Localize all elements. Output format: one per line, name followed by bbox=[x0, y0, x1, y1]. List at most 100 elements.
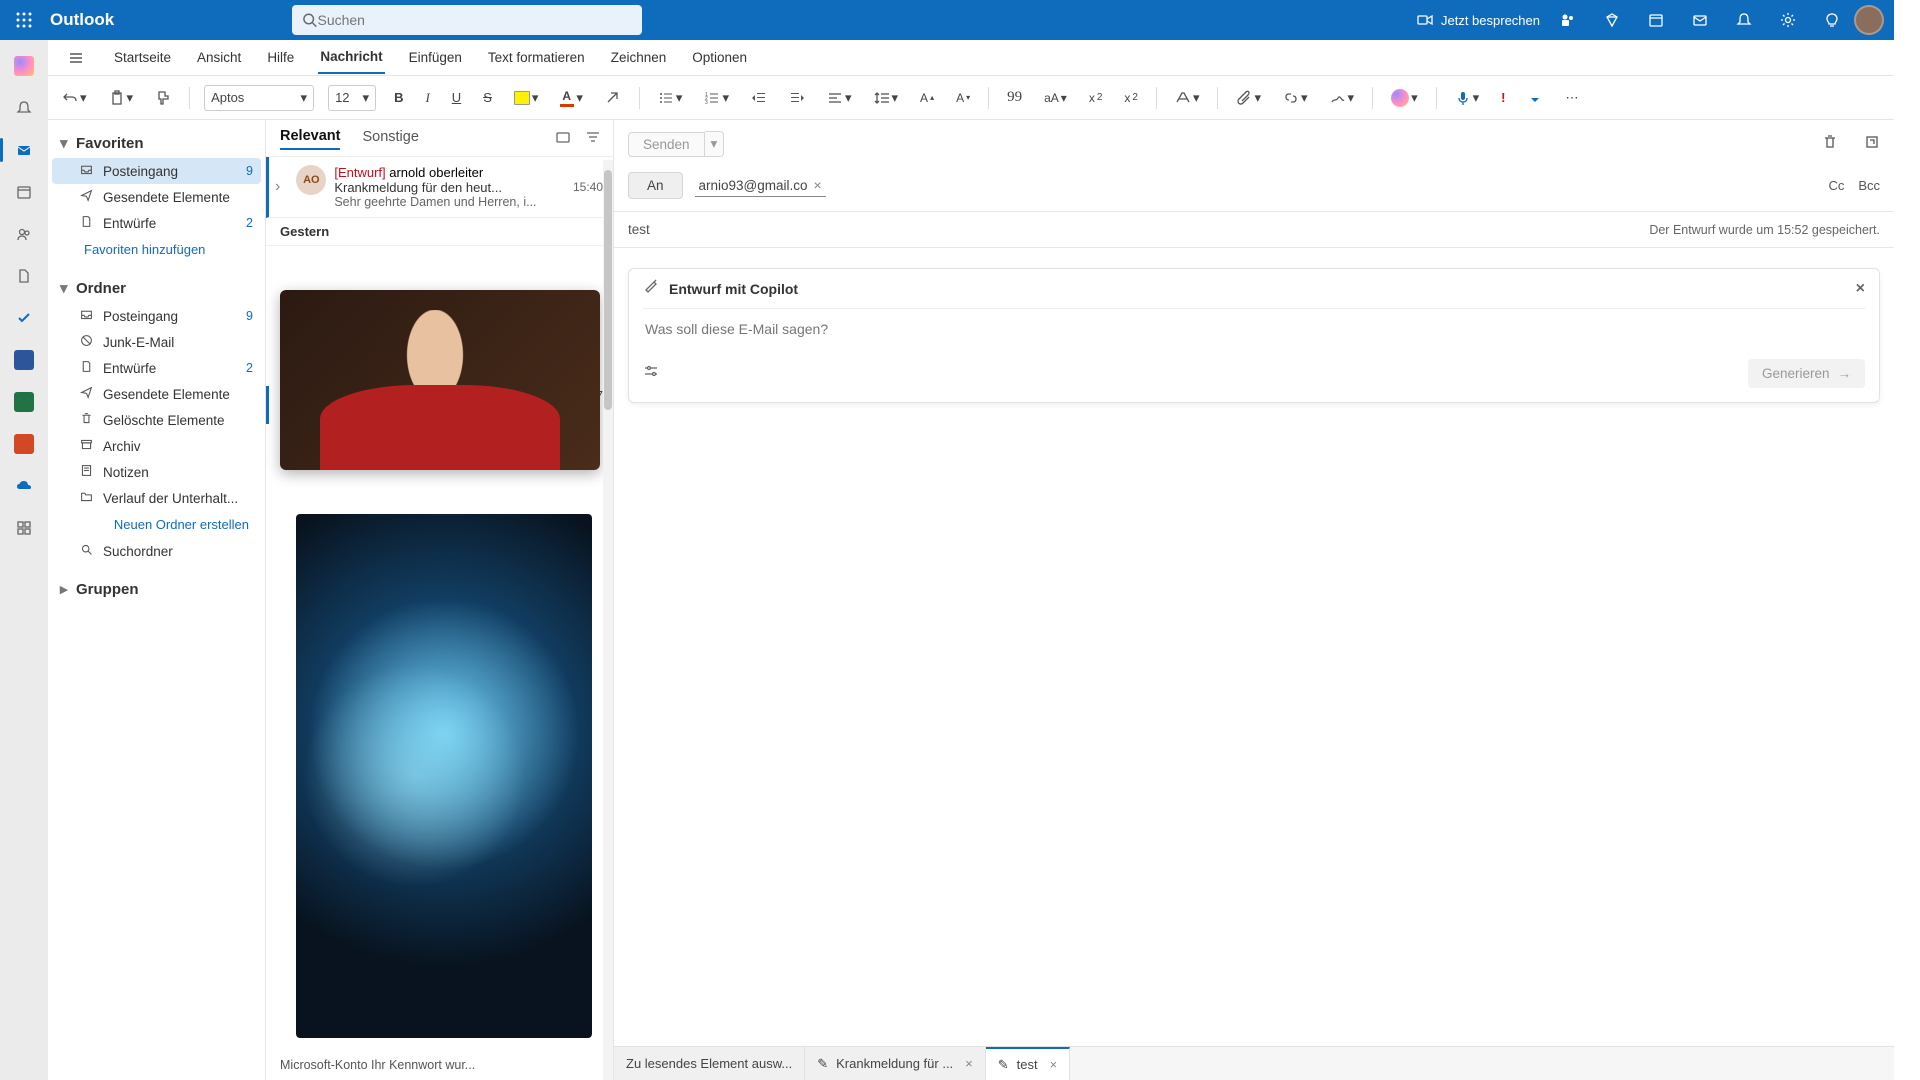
notifications-icon[interactable] bbox=[1722, 0, 1766, 40]
tab-ansicht[interactable]: Ansicht bbox=[195, 42, 243, 73]
folder-posteingang[interactable]: Posteingang9 bbox=[52, 303, 261, 329]
gruppen-header[interactable]: ▸Gruppen bbox=[52, 574, 261, 604]
folder-gesendete[interactable]: Gesendete Elemente bbox=[52, 381, 261, 407]
increase-font-button[interactable]: A▴ bbox=[916, 84, 938, 112]
reading-tab-placeholder[interactable]: Zu lesendes Element ausw... bbox=[614, 1047, 805, 1080]
rail-notify[interactable] bbox=[4, 90, 44, 126]
strikethrough-button[interactable]: S bbox=[479, 84, 496, 112]
tab-startseite[interactable]: Startseite bbox=[112, 42, 173, 73]
font-color-button[interactable]: ▾ bbox=[556, 84, 587, 112]
line-spacing-button[interactable]: ▾ bbox=[870, 84, 903, 112]
folder-entwuerfe[interactable]: Entwürfe2 bbox=[52, 355, 261, 381]
other-tab[interactable]: Sonstige bbox=[362, 129, 418, 149]
tab-hilfe[interactable]: Hilfe bbox=[265, 42, 296, 73]
close-tab-icon[interactable]: × bbox=[965, 1056, 973, 1071]
popout-icon[interactable] bbox=[1864, 134, 1880, 155]
focused-tab[interactable]: Relevant bbox=[280, 128, 340, 150]
rail-excel[interactable] bbox=[4, 384, 44, 420]
importance-low-button[interactable] bbox=[1523, 84, 1547, 112]
remove-recipient-icon[interactable]: × bbox=[814, 177, 822, 193]
dictate-button[interactable]: ▾ bbox=[1451, 84, 1484, 112]
bold-button[interactable]: B bbox=[390, 84, 407, 112]
tab-optionen[interactable]: Optionen bbox=[690, 42, 749, 73]
settings-icon[interactable] bbox=[1766, 0, 1810, 40]
close-tab-icon[interactable]: × bbox=[1050, 1057, 1058, 1072]
attach-button[interactable]: ▾ bbox=[1232, 84, 1265, 112]
bullet-list-button[interactable]: ▾ bbox=[654, 84, 687, 112]
tips-icon[interactable] bbox=[1810, 0, 1854, 40]
reading-tab-test[interactable]: ✎test× bbox=[986, 1047, 1070, 1080]
subject-value[interactable]: test bbox=[628, 222, 650, 237]
send-options-button[interactable]: ▾ bbox=[705, 131, 725, 157]
new-folder-link[interactable]: Neuen Ordner erstellen bbox=[52, 511, 261, 538]
calendar-day-icon[interactable] bbox=[1634, 0, 1678, 40]
copilot-prompt-input[interactable] bbox=[643, 309, 1865, 349]
rail-files[interactable] bbox=[4, 258, 44, 294]
account-avatar[interactable] bbox=[1854, 5, 1884, 35]
reading-tab-krankmeldung[interactable]: ✎Krankmeldung für ...× bbox=[805, 1047, 986, 1080]
hamburger-icon[interactable] bbox=[62, 50, 90, 66]
cc-button[interactable]: Cc bbox=[1828, 178, 1844, 193]
outdent-button[interactable] bbox=[747, 84, 771, 112]
select-toggle-icon[interactable] bbox=[555, 129, 571, 150]
generate-button[interactable]: Generieren→ bbox=[1748, 359, 1865, 388]
folder-verlauf[interactable]: Verlauf der Unterhalt... bbox=[52, 485, 261, 511]
tab-nachricht[interactable]: Nachricht bbox=[318, 41, 384, 74]
styles-button[interactable]: ▾ bbox=[1171, 84, 1204, 112]
folder-posteingang-fav[interactable]: Posteingang9 bbox=[52, 158, 261, 184]
close-copilot-icon[interactable]: × bbox=[1856, 280, 1865, 298]
folder-geloeschte[interactable]: Gelöschte Elemente bbox=[52, 407, 261, 433]
folder-archiv[interactable]: Archiv bbox=[52, 433, 261, 459]
signature-button[interactable]: ▾ bbox=[1326, 84, 1359, 112]
to-button[interactable]: An bbox=[628, 172, 683, 199]
meet-now-button[interactable]: Jetzt besprechen bbox=[1417, 12, 1540, 28]
font-selector[interactable]: Aptos▾ bbox=[204, 85, 314, 111]
decrease-font-button[interactable]: A▾ bbox=[952, 84, 974, 112]
rail-people[interactable] bbox=[4, 216, 44, 252]
paste-button[interactable]: ▾ bbox=[105, 84, 138, 112]
superscript-button[interactable]: x2 bbox=[1120, 84, 1142, 112]
number-list-button[interactable]: 123▾ bbox=[700, 84, 733, 112]
underline-button[interactable]: U bbox=[448, 84, 465, 112]
align-button[interactable]: ▾ bbox=[823, 84, 856, 112]
diamond-icon[interactable] bbox=[1590, 0, 1634, 40]
send-button[interactable]: Senden bbox=[628, 132, 705, 157]
change-case-button[interactable]: aA▾ bbox=[1040, 84, 1071, 112]
filter-icon[interactable] bbox=[585, 129, 601, 150]
subscript-button[interactable]: x2 bbox=[1085, 84, 1107, 112]
add-favorite-link[interactable]: Favoriten hinzufügen bbox=[52, 236, 261, 263]
ordner-header[interactable]: ▾Ordner bbox=[52, 273, 261, 303]
message-item[interactable]: › AO [Entwurf] arnold oberleiter Krankme… bbox=[266, 157, 613, 218]
rail-word[interactable] bbox=[4, 342, 44, 378]
search-box[interactable] bbox=[292, 5, 642, 35]
expand-thread-icon[interactable]: › bbox=[275, 178, 280, 196]
rail-todo[interactable] bbox=[4, 300, 44, 336]
folder-suchordner[interactable]: Suchordner bbox=[52, 538, 261, 564]
rail-onedrive[interactable] bbox=[4, 468, 44, 504]
copilot-button[interactable]: ▾ bbox=[1387, 84, 1422, 112]
undo-button[interactable]: ▾ bbox=[58, 84, 91, 112]
quote-button[interactable]: 99 bbox=[1003, 84, 1026, 112]
more-commands-button[interactable]: ⋯ bbox=[1561, 84, 1582, 112]
importance-high-button[interactable]: ! bbox=[1497, 84, 1509, 112]
tab-zeichnen[interactable]: Zeichnen bbox=[609, 42, 669, 73]
rail-copilot[interactable] bbox=[4, 48, 44, 84]
rail-mail[interactable] bbox=[4, 132, 44, 168]
format-painter-button[interactable] bbox=[151, 84, 175, 112]
rail-powerpoint[interactable] bbox=[4, 426, 44, 462]
highlight-button[interactable]: ▾ bbox=[510, 84, 543, 112]
delete-draft-icon[interactable] bbox=[1822, 134, 1838, 155]
folder-junk[interactable]: Junk-E-Mail bbox=[52, 329, 261, 355]
rail-more-apps[interactable] bbox=[4, 510, 44, 546]
rail-calendar[interactable] bbox=[4, 174, 44, 210]
folder-entwuerfe-fav[interactable]: Entwürfe2 bbox=[52, 210, 261, 236]
copilot-adjust-icon[interactable] bbox=[643, 363, 659, 384]
search-input[interactable] bbox=[317, 12, 632, 28]
clear-format-button[interactable] bbox=[601, 84, 625, 112]
recipient-chip[interactable]: arnio93@gmail.co × bbox=[695, 174, 826, 197]
app-launcher-icon[interactable] bbox=[0, 0, 48, 40]
bcc-button[interactable]: Bcc bbox=[1858, 178, 1880, 193]
teams-icon[interactable] bbox=[1546, 0, 1590, 40]
indent-button[interactable] bbox=[785, 84, 809, 112]
folder-gesendete-fav[interactable]: Gesendete Elemente bbox=[52, 184, 261, 210]
